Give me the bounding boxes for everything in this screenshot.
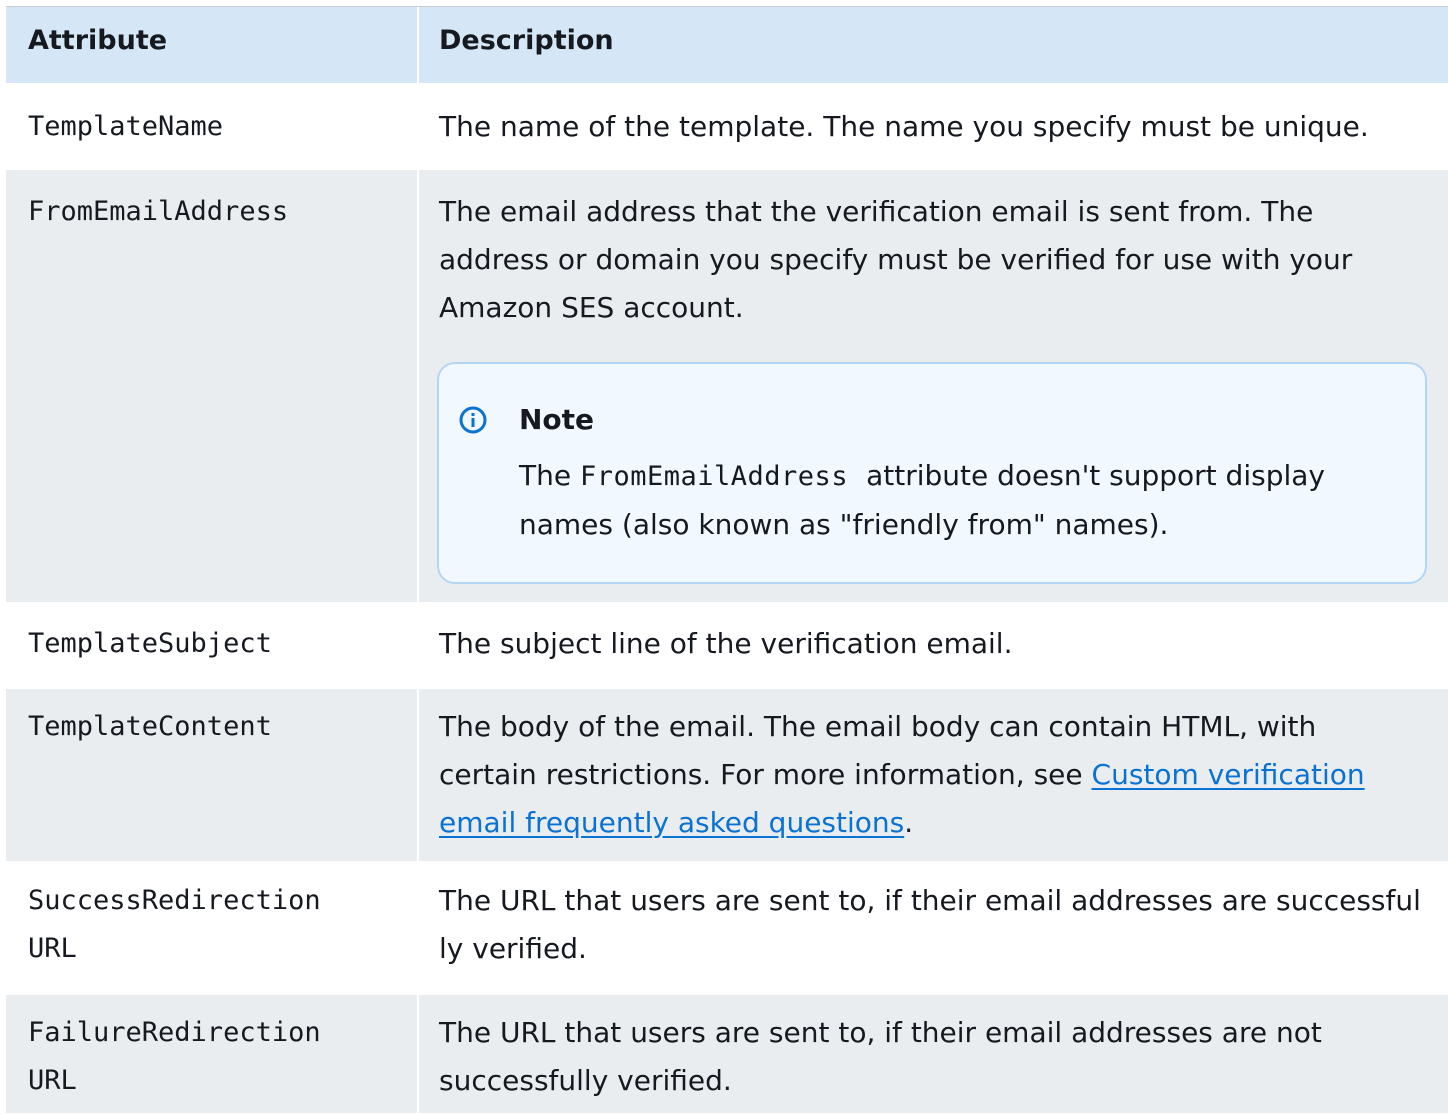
attributes-table: Attribute Description TemplateName The n… <box>6 6 1448 1115</box>
attribute-description: The name of the template. The name you s… <box>439 110 1369 143</box>
table-header-row: Attribute Description <box>6 7 1448 85</box>
attribute-name: TemplateContent <box>28 711 272 742</box>
column-divider <box>417 170 419 602</box>
attribute-description: The URL that users are sent to, if their… <box>439 884 1421 965</box>
table-row: FromEmailAddress The email address that … <box>6 170 1448 604</box>
table-row: TemplateContent The body of the email. T… <box>6 689 1448 863</box>
table-row: FailureRedirection URL The URL that users… <box>6 995 1448 1115</box>
attribute-name-line: FailureRedirection <box>28 1017 321 1048</box>
note-callout: Note The FromEmailAddress attribute doesn… <box>437 362 1427 584</box>
table-row: TemplateName The name of the template. T… <box>6 85 1448 170</box>
attribute-name: TemplateName <box>28 111 224 142</box>
info-icon <box>459 406 487 434</box>
attribute-name: TemplateSubject <box>28 628 272 659</box>
description-text-end: . <box>904 806 914 839</box>
column-divider <box>417 995 419 1113</box>
attribute-description: The URL that users are sent to, if their… <box>439 1016 1322 1097</box>
header-attribute: Attribute <box>28 25 168 56</box>
table-row: TemplateSubject The subject line of the … <box>6 604 1448 689</box>
header-description: Description <box>439 25 614 56</box>
note-title: Note <box>519 403 595 436</box>
column-divider <box>417 863 419 993</box>
attribute-name: FromEmailAddress <box>28 196 289 227</box>
column-divider <box>417 604 419 687</box>
column-divider <box>417 7 419 83</box>
note-body: The FromEmailAddress attribute doesn't su… <box>519 452 1399 549</box>
attribute-name-line: SuccessRedirection <box>28 885 321 916</box>
attribute-name-line: URL <box>28 933 77 964</box>
table-row: SuccessRedirection URL The URL that users… <box>6 863 1448 995</box>
attribute-description: The email address that the verification … <box>439 195 1353 324</box>
attribute-description: The body of the email. The email body ca… <box>439 703 1409 847</box>
attribute-name: SuccessRedirection URL <box>28 877 408 973</box>
note-text-before: The <box>519 459 580 492</box>
attribute-description: The subject line of the verification ema… <box>439 627 1013 660</box>
note-code: FromEmailAddress <box>579 461 849 492</box>
attribute-name: FailureRedirection URL <box>28 1009 408 1105</box>
column-divider <box>417 689 419 861</box>
column-divider <box>417 85 419 168</box>
attribute-name-line: URL <box>28 1065 77 1096</box>
